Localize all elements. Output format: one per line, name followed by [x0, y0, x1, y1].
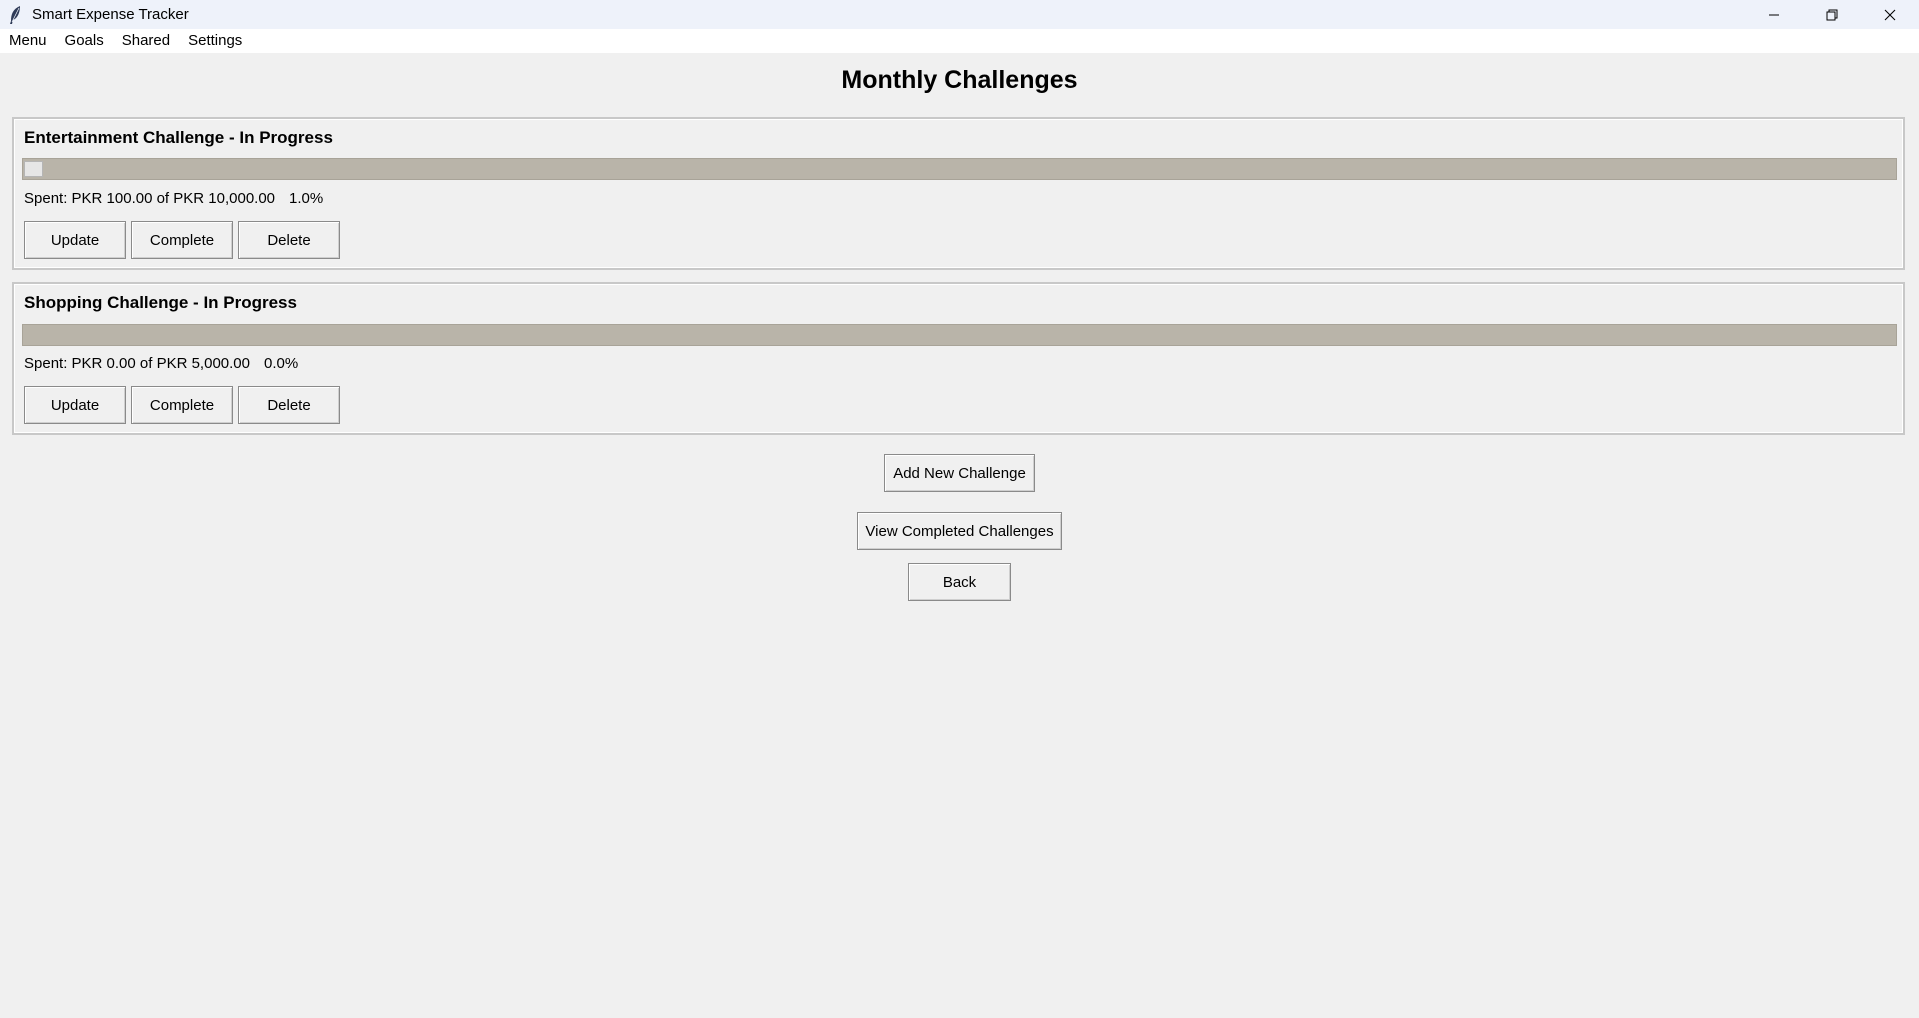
- menu-item-goals[interactable]: Goals: [56, 29, 113, 53]
- challenge-progress-bar: [22, 158, 1897, 180]
- challenge-title: Shopping Challenge - In Progress: [24, 293, 297, 312]
- add-new-challenge-button[interactable]: Add New Challenge: [884, 454, 1035, 492]
- challenge-actions: Update Complete Delete: [24, 221, 340, 259]
- delete-button[interactable]: Delete: [238, 221, 340, 259]
- challenge-actions: Update Complete Delete: [24, 386, 340, 424]
- back-button[interactable]: Back: [908, 563, 1011, 601]
- minimize-icon[interactable]: [1745, 0, 1803, 29]
- window-controls: [1745, 0, 1919, 29]
- page-title: Monthly Challenges: [841, 66, 1078, 94]
- spent-summary: Spent: PKR 100.00 of PKR 10,000.00 1.0%: [24, 190, 323, 207]
- menu-item-settings[interactable]: Settings: [179, 29, 251, 53]
- menubar: Menu Goals Shared Settings: [0, 29, 1919, 53]
- spent-summary: Spent: PKR 0.00 of PKR 5,000.00 0.0%: [24, 355, 298, 372]
- view-completed-challenges-button[interactable]: View Completed Challenges: [857, 512, 1062, 550]
- complete-button[interactable]: Complete: [131, 386, 233, 424]
- delete-button[interactable]: Delete: [238, 386, 340, 424]
- update-button[interactable]: Update: [24, 386, 126, 424]
- menu-item-menu[interactable]: Menu: [0, 29, 56, 53]
- progress-fill: [24, 161, 43, 177]
- window-titlebar: Smart Expense Tracker: [0, 0, 1919, 29]
- spent-text: Spent: PKR 0.00 of PKR 5,000.00: [24, 355, 250, 372]
- complete-button[interactable]: Complete: [131, 221, 233, 259]
- restore-icon[interactable]: [1803, 0, 1861, 29]
- menu-item-shared[interactable]: Shared: [113, 29, 179, 53]
- challenge-title: Entertainment Challenge - In Progress: [24, 128, 333, 147]
- challenge-card: Entertainment Challenge - In Progress Sp…: [12, 117, 1905, 270]
- feather-icon: [4, 4, 26, 26]
- window-title: Smart Expense Tracker: [32, 6, 189, 23]
- challenge-progress-bar: [22, 324, 1897, 346]
- update-button[interactable]: Update: [24, 221, 126, 259]
- challenge-card: Shopping Challenge - In Progress Spent: …: [12, 282, 1905, 435]
- spent-text: Spent: PKR 100.00 of PKR 10,000.00: [24, 190, 276, 207]
- percent-text: 1.0%: [289, 190, 324, 207]
- close-icon[interactable]: [1861, 0, 1919, 29]
- percent-text: 0.0%: [263, 355, 299, 372]
